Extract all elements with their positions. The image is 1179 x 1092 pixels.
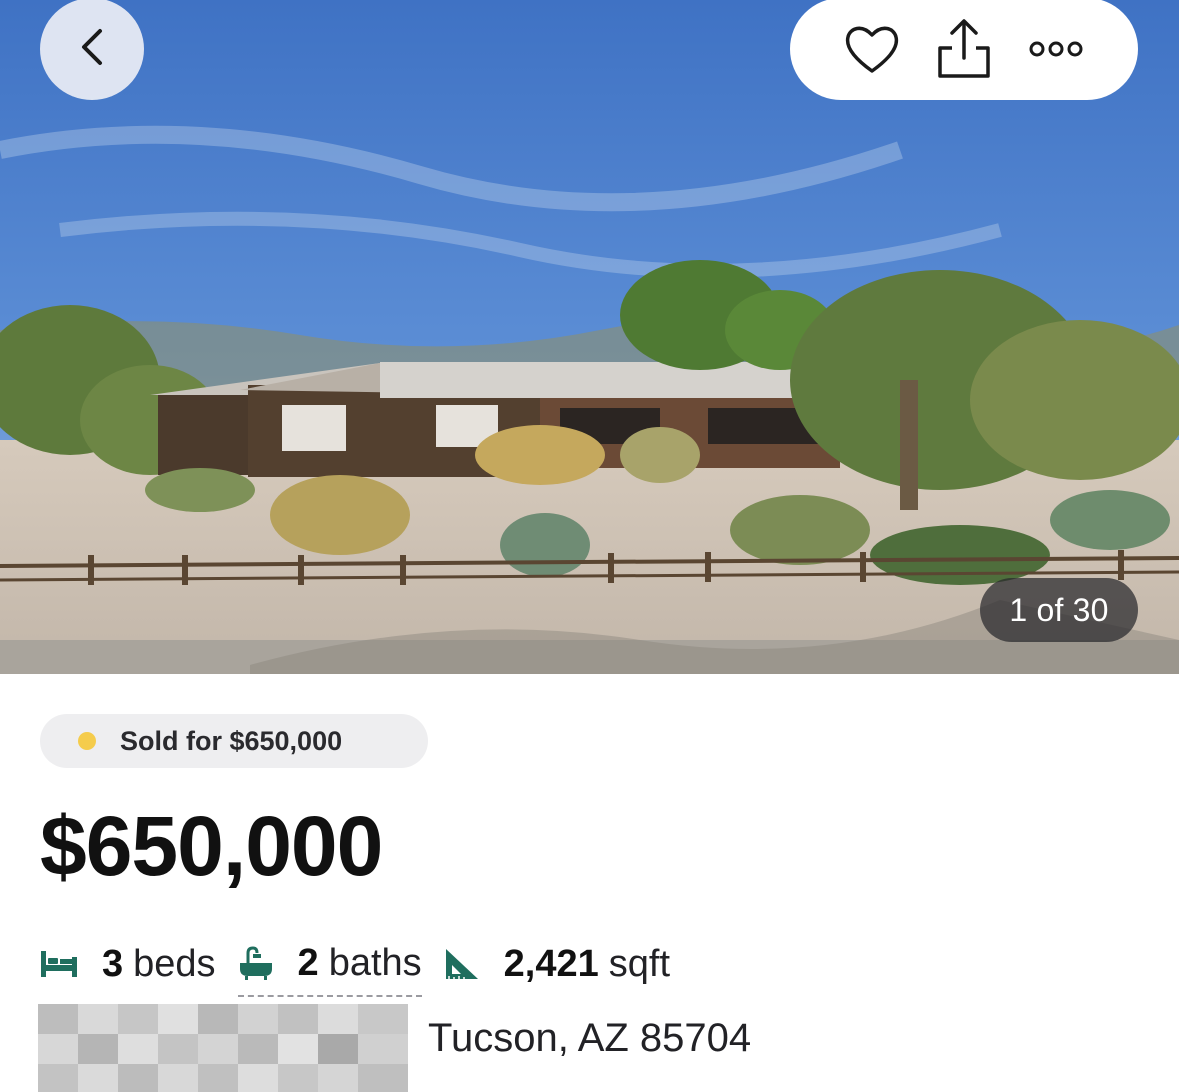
photo-counter: 1 of 30 [980, 578, 1138, 642]
beds-count: 3 [102, 942, 124, 985]
house-photo-image [0, 0, 1179, 674]
baths-stat[interactable]: 2 baths [237, 941, 422, 997]
redacted-street-address [38, 1004, 408, 1092]
status-text: Sold for $650,000 [120, 725, 343, 756]
city-state-zip: Tucson, AZ 85704 [428, 1016, 752, 1060]
more-icon[interactable] [1021, 14, 1091, 84]
sqft-stat: 2,421 sqft [444, 943, 670, 986]
baths-dashed-underline [237, 994, 422, 997]
sqft-label: sqft [608, 942, 670, 985]
heart-icon[interactable] [837, 14, 907, 84]
bathtub-icon [238, 945, 274, 981]
ruler-triangle-icon [444, 947, 480, 981]
back-button[interactable] [40, 0, 144, 100]
status-badge: Sold for $650,000 [40, 714, 428, 768]
listing-stats: 3 beds 2 baths 2,421 sqft [40, 936, 670, 997]
share-icon[interactable] [929, 14, 999, 84]
address-row: Tucson, AZ 85704 [38, 1004, 1138, 1092]
sqft-count: 2,421 [503, 942, 599, 985]
beds-label: beds [133, 942, 216, 985]
chevron-left-icon [78, 27, 106, 72]
listing-price: $650,000 [40, 799, 383, 893]
baths-label: baths [328, 941, 422, 984]
listing-photo[interactable]: 1 of 30 [0, 0, 1179, 674]
bed-icon [40, 949, 78, 979]
beds-stat: 3 beds [40, 943, 216, 986]
status-dot-icon [78, 732, 96, 750]
photo-actions-bar [790, 0, 1138, 100]
baths-count: 2 [297, 941, 319, 984]
